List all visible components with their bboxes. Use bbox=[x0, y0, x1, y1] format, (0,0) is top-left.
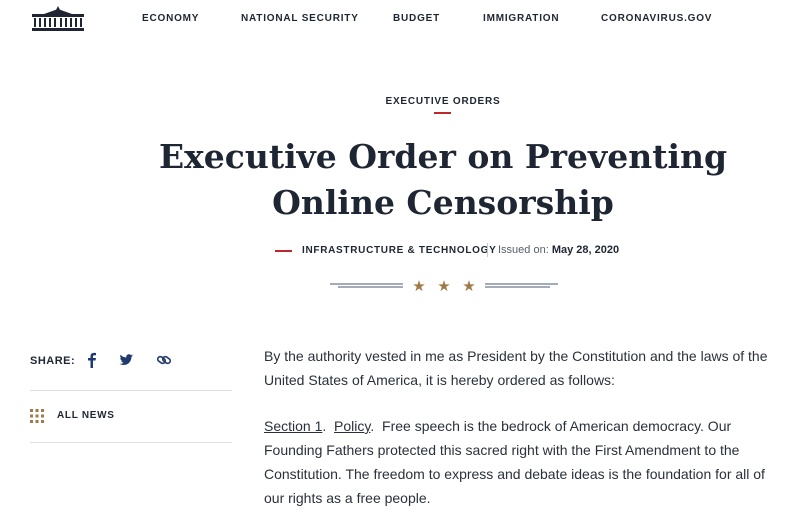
issued-date-value: May 28, 2020 bbox=[551, 244, 620, 256]
nav-economy[interactable]: ECONOMY bbox=[142, 13, 199, 24]
title-line-2: Online Censorship bbox=[272, 183, 614, 222]
share-label: SHARE: bbox=[30, 355, 76, 367]
section-label: Section 1 bbox=[264, 418, 323, 434]
nav-budget[interactable]: BUDGET bbox=[393, 13, 440, 24]
star-icon: ★ bbox=[437, 277, 450, 293]
all-news-link[interactable]: ALL NEWS bbox=[57, 410, 115, 421]
grid-icon[interactable] bbox=[30, 409, 44, 423]
title-line-1: Executive Order on Preventing bbox=[158, 137, 728, 176]
intro-paragraph: By the authority vested in me as Preside… bbox=[264, 348, 768, 388]
star-icon: ★ bbox=[462, 277, 475, 293]
category-accent-rule bbox=[275, 250, 292, 252]
star-icon: ★ bbox=[412, 277, 425, 293]
issued-date: Issued on: May 28, 2020 bbox=[498, 244, 619, 256]
main-nav: ECONOMY NATIONAL SECURITY BUDGET IMMIGRA… bbox=[0, 13, 809, 27]
page-title: Executive Order on Preventing Online Cen… bbox=[0, 134, 809, 226]
nav-national-security[interactable]: NATIONAL SECURITY bbox=[241, 13, 359, 24]
sidebar-divider bbox=[30, 442, 232, 443]
nav-coronavirus-gov[interactable]: CORONAVIRUS.GOV bbox=[601, 13, 712, 24]
section-1-paragraph: Section 1. Policy. Free speech is the be… bbox=[264, 418, 765, 506]
meta-separator bbox=[487, 243, 488, 257]
section-title: Policy bbox=[334, 418, 371, 434]
article-eyebrow[interactable]: EXECUTIVE ORDERS bbox=[0, 96, 809, 107]
link-icon[interactable] bbox=[155, 351, 173, 369]
facebook-icon[interactable] bbox=[83, 351, 101, 369]
sidebar-divider bbox=[30, 390, 232, 391]
issued-label: Issued on: bbox=[498, 244, 549, 256]
category-link[interactable]: INFRASTRUCTURE & TECHNOLOGY bbox=[302, 245, 496, 256]
twitter-icon[interactable] bbox=[117, 351, 135, 369]
star-divider: ★ ★ ★ bbox=[330, 277, 558, 293]
nav-immigration[interactable]: IMMIGRATION bbox=[483, 13, 559, 24]
eyebrow-accent-rule bbox=[434, 112, 451, 114]
